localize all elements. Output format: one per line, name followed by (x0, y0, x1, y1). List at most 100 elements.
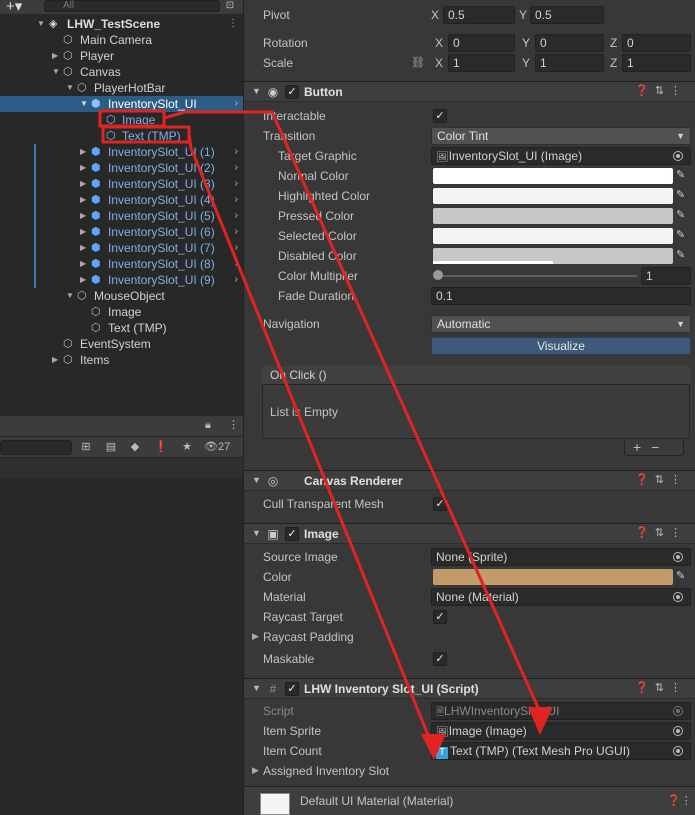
scene-menu-icon[interactable]: ⋮ (228, 16, 238, 32)
hierarchy-item[interactable]: ▼ ⬡ MouseObject (0, 288, 243, 304)
hierarchy-item[interactable]: ⬡ Main Camera (0, 32, 243, 48)
fade-duration-field[interactable]: 0.1 (431, 287, 691, 305)
hierarchy-item[interactable]: ▶ ⬡ Items (0, 352, 243, 368)
visualize-button[interactable]: Visualize (431, 337, 691, 355)
object-picker-icon[interactable] (673, 746, 683, 756)
pressed-color-swatch[interactable] (433, 208, 673, 224)
hierarchy-item[interactable]: ▶ ⬢ InventorySlot_UI (5) › (0, 208, 243, 224)
warning-filter-icon[interactable]: ❗ (152, 440, 170, 455)
pivot-y-field[interactable]: 0.5 (530, 6, 604, 24)
fold-arrow-icon[interactable]: ▶ (252, 631, 259, 642)
image-enabled-checkbox[interactable]: ✓ (285, 527, 299, 541)
source-image-field[interactable]: None (Sprite) (431, 548, 691, 566)
eyedropper-icon[interactable]: ✎ (676, 188, 688, 202)
script-component-header[interactable]: ▼ # ✓ LHW Inventory Slot_UI (Script) ❓⇅⋮ (244, 678, 695, 699)
scale-x-field[interactable]: 1 (448, 54, 515, 72)
hierarchy-item[interactable]: ▼ ⬡ PlayerHotBar (0, 80, 243, 96)
button-enabled-checkbox[interactable]: ✓ (285, 85, 299, 99)
rotation-y-field[interactable]: 0 (535, 34, 604, 52)
hidden-packages-count[interactable]: 👁︎27 (204, 440, 230, 453)
chevron-right-icon[interactable]: › (235, 144, 238, 160)
hierarchy-item[interactable]: ⬡ Text (TMP) (0, 128, 243, 144)
hierarchy-item[interactable]: ⬡ EventSystem (0, 336, 243, 352)
button-component-header[interactable]: ▼ ◉ ✓ Button ❓⇅⋮ (244, 81, 695, 102)
scale-y-field[interactable]: 1 (535, 54, 604, 72)
object-picker-icon[interactable] (673, 151, 683, 161)
fold-arrow-icon[interactable]: ▼ (252, 475, 261, 485)
chevron-right-icon[interactable]: › (235, 272, 238, 288)
hierarchy-item[interactable]: ▶ ⬢ InventorySlot_UI (6) › (0, 224, 243, 240)
fold-arrow-icon[interactable]: ▼ (252, 86, 261, 96)
hierarchy-item[interactable]: ▶ ⬢ InventorySlot_UI (4) › (0, 192, 243, 208)
hierarchy-item[interactable]: ▶ ⬡ Player (0, 48, 243, 64)
chevron-right-icon[interactable]: › (235, 160, 238, 176)
target-graphic-field[interactable]: 🖼︎InventorySlot_UI (Image) (431, 147, 691, 165)
image-color-swatch[interactable] (433, 569, 673, 585)
add-object-button[interactable]: +▾ (6, 0, 22, 15)
filter-by-label-icon[interactable]: ◆ (126, 440, 144, 455)
hierarchy-search-input[interactable]: All (44, 0, 220, 12)
color-multiplier-field[interactable]: 1 (641, 267, 691, 285)
hierarchy-item[interactable]: ⬡ Image (0, 304, 243, 320)
chevron-right-icon[interactable]: › (235, 192, 238, 208)
hierarchy-item-selected[interactable]: ▼ ⬢ InventorySlot_UI › (0, 96, 243, 112)
object-picker-icon[interactable] (673, 726, 683, 736)
chevron-right-icon[interactable]: › (235, 176, 238, 192)
chevron-right-icon[interactable]: › (235, 96, 238, 112)
hierarchy-item[interactable]: ▶ ⬢ InventorySlot_UI (2) › (0, 160, 243, 176)
hierarchy-item[interactable]: ▶ ⬢ InventorySlot_UI (9) › (0, 272, 243, 288)
item-sprite-field[interactable]: 🖼︎Image (Image) (431, 722, 691, 740)
navigation-dropdown[interactable]: Automatic ▼ (431, 315, 691, 333)
lock-icon[interactable]: 🔒︎ (205, 419, 211, 432)
hierarchy-item[interactable]: ▶ ⬢ InventorySlot_UI (3) › (0, 176, 243, 192)
hierarchy-item[interactable]: ▶ ⬢ InventorySlot_UI (1) › (0, 144, 243, 160)
favorite-star-icon[interactable]: ★ (178, 440, 196, 455)
chevron-right-icon[interactable]: › (235, 208, 238, 224)
normal-color-swatch[interactable] (433, 168, 673, 184)
material-header-icons[interactable]: ❓⋮ (667, 794, 692, 807)
eyedropper-icon[interactable]: ✎ (676, 168, 688, 182)
object-picker-icon[interactable] (673, 592, 683, 602)
hierarchy-item[interactable]: ▼ ⬡ Canvas (0, 64, 243, 80)
transition-dropdown[interactable]: Color Tint ▼ (431, 127, 691, 145)
selected-color-swatch[interactable] (433, 228, 673, 244)
fold-arrow-icon[interactable]: ▶ (252, 765, 259, 776)
pivot-x-field[interactable]: 0.5 (443, 6, 515, 24)
highlighted-color-swatch[interactable] (433, 188, 673, 204)
eyedropper-icon[interactable]: ✎ (676, 248, 688, 262)
color-multiplier-slider[interactable] (437, 275, 637, 277)
item-count-field[interactable]: T Text (TMP) (Text Mesh Pro UGUI) (431, 742, 691, 760)
component-header-icons[interactable]: ❓⇅⋮ (635, 526, 687, 539)
rotation-z-field[interactable]: 0 (622, 34, 691, 52)
fold-arrow-icon[interactable]: ▼ (252, 528, 261, 538)
hierarchy-item[interactable]: ⬡ Image (0, 112, 243, 128)
eyedropper-icon[interactable]: ✎ (676, 228, 688, 242)
component-header-icons[interactable]: ❓⇅⋮ (635, 84, 687, 97)
hierarchy-item[interactable]: ⬡ Text (TMP) (0, 320, 243, 336)
hierarchy-item[interactable]: ▶ ⬢ InventorySlot_UI (8) › (0, 256, 243, 272)
rotation-x-field[interactable]: 0 (448, 34, 515, 52)
material-field[interactable]: None (Material) (431, 588, 691, 606)
object-picker-icon[interactable] (673, 552, 683, 562)
fold-arrow-icon[interactable]: ▼ (252, 683, 261, 693)
constrain-proportions-icon[interactable]: ⛓︎ (411, 56, 425, 69)
list-add-remove-buttons[interactable]: +− (624, 440, 684, 456)
cull-transparent-checkbox[interactable]: ✓ (433, 497, 447, 511)
eyedropper-icon[interactable]: ✎ (676, 569, 688, 583)
search-by-type-icon[interactable]: ⊞ (77, 440, 95, 455)
panel-menu-icon[interactable]: ⋮ (228, 418, 239, 431)
search-options-icon[interactable]: ⊡ (223, 0, 237, 12)
image-component-header[interactable]: ▼ ▣ ✓ Image ❓⇅⋮ (244, 523, 695, 544)
script-enabled-checkbox[interactable]: ✓ (285, 682, 299, 696)
slider-handle[interactable] (433, 270, 443, 280)
chevron-right-icon[interactable]: › (235, 224, 238, 240)
filter-by-type-icon[interactable]: ▤ (102, 440, 120, 455)
chevron-right-icon[interactable]: › (235, 240, 238, 256)
project-search-input[interactable] (0, 440, 72, 455)
maskable-checkbox[interactable]: ✓ (433, 652, 447, 666)
component-header-icons[interactable]: ❓⇅⋮ (635, 681, 687, 694)
canvas-renderer-header[interactable]: ▼ ◎ Canvas Renderer ❓⇅⋮ (244, 470, 695, 491)
scene-row[interactable]: ▼ ◈ LHW_TestScene ⋮ (0, 16, 243, 32)
eyedropper-icon[interactable]: ✎ (676, 208, 688, 222)
raycast-target-checkbox[interactable]: ✓ (433, 610, 447, 624)
